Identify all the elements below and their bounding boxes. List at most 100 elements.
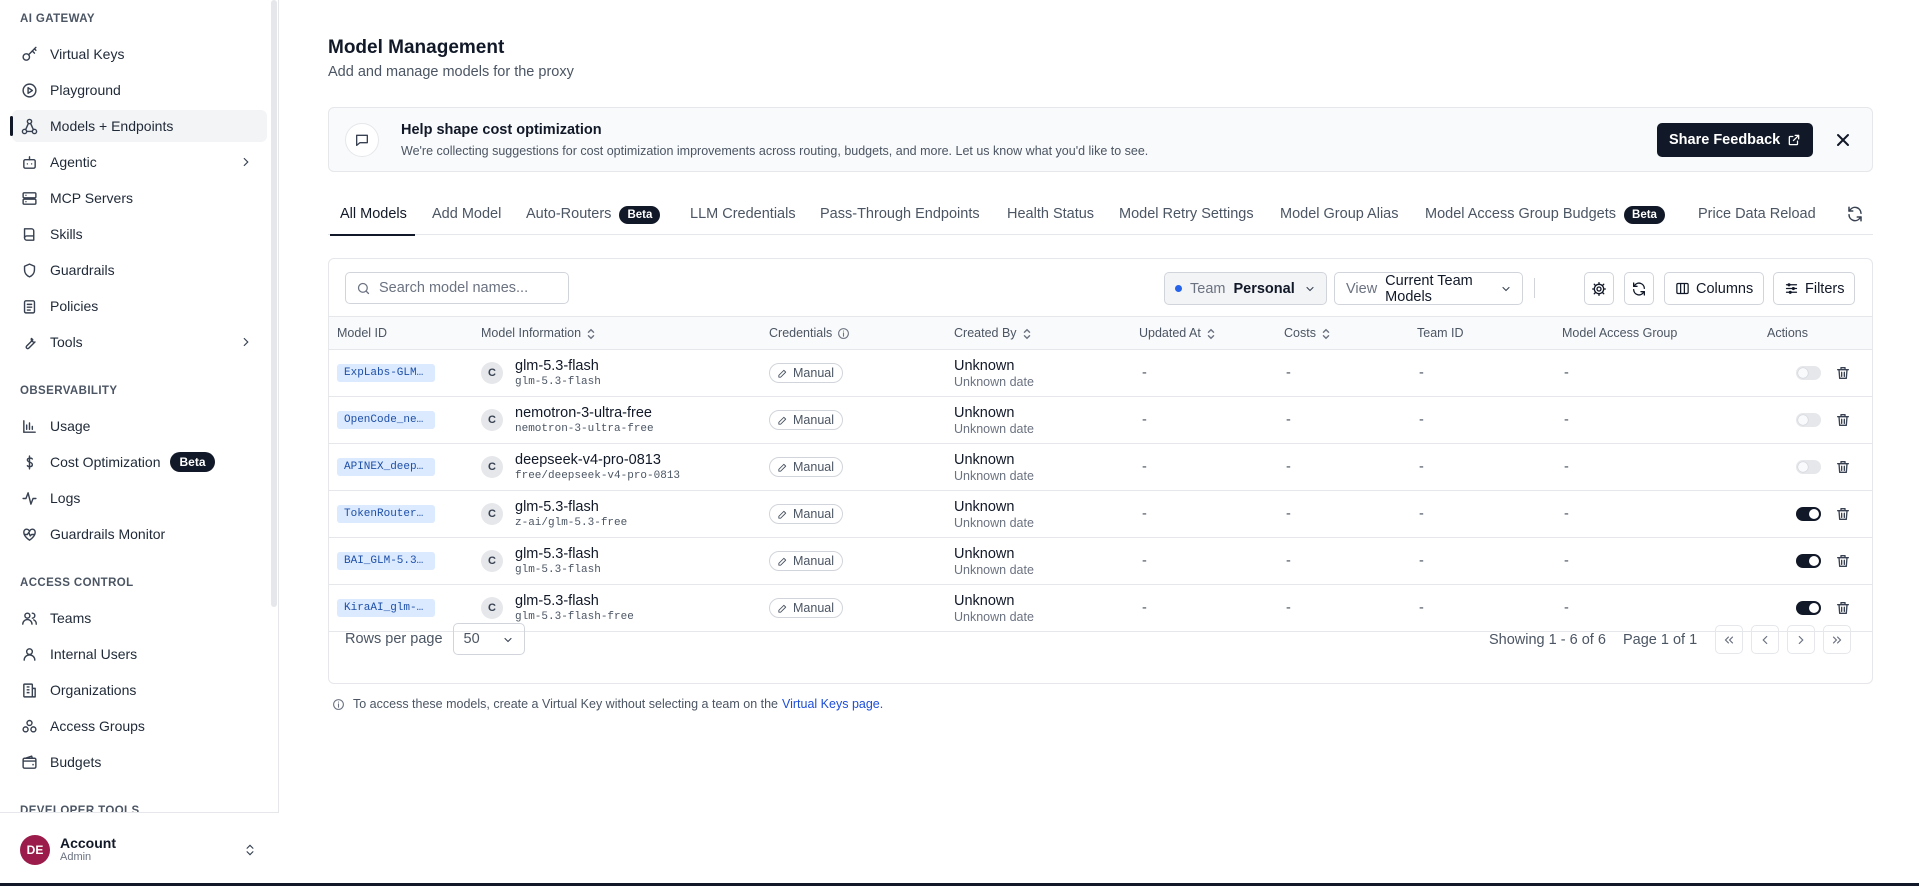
sidebar-item-policies[interactable]: Policies bbox=[12, 290, 267, 322]
column-header-costs[interactable]: Costs bbox=[1284, 317, 1331, 350]
rows-per-page: Rows per page 50 bbox=[345, 623, 525, 655]
model-enabled-toggle[interactable] bbox=[1796, 366, 1821, 380]
team-select[interactable]: Team Personal bbox=[1164, 272, 1327, 305]
trash-icon[interactable] bbox=[1835, 600, 1851, 616]
account-menu[interactable]: DE Account Admin bbox=[0, 812, 279, 886]
trash-icon[interactable] bbox=[1835, 365, 1851, 381]
last-page-button[interactable] bbox=[1823, 625, 1851, 654]
model-enabled-toggle[interactable] bbox=[1796, 601, 1821, 615]
table-row[interactable]: OpenCode_ne… Cnemotron-3-ultra-free nemotr… bbox=[329, 397, 1872, 444]
credentials-badge: Manual bbox=[769, 363, 843, 383]
table-row[interactable]: BAI_GLM-5.3… Cglm-5.3-flash glm-5.3-flash M… bbox=[329, 538, 1872, 585]
team-status-dot bbox=[1175, 285, 1182, 292]
search-input[interactable] bbox=[379, 280, 559, 296]
model-enabled-toggle[interactable] bbox=[1796, 507, 1821, 521]
sidebar-item-organizations[interactable]: Organizations bbox=[12, 674, 267, 706]
sidebar-item-usage[interactable]: Usage bbox=[12, 410, 267, 442]
tab-add-model[interactable]: Add Model bbox=[432, 200, 501, 235]
filters-button[interactable]: Filters bbox=[1773, 272, 1856, 305]
rows-per-page-select[interactable]: 50 bbox=[452, 623, 525, 655]
tab-model-retry-settings[interactable]: Model Retry Settings bbox=[1119, 200, 1254, 235]
created-by-cell: Unknown Unknown date bbox=[954, 397, 1034, 443]
sidebar-item-access-groups[interactable]: Access Groups bbox=[12, 710, 267, 742]
column-header-model-information[interactable]: Model Information bbox=[481, 317, 596, 350]
sidebar-item-label: Playground bbox=[50, 82, 121, 98]
sidebar-item-tools[interactable]: Tools bbox=[12, 326, 267, 358]
credentials-cell: Manual bbox=[769, 350, 843, 396]
sidebar-item-guardrails[interactable]: Guardrails bbox=[12, 254, 267, 286]
credentials-cell: Manual bbox=[769, 444, 843, 490]
model-enabled-toggle[interactable] bbox=[1796, 554, 1821, 568]
table-row[interactable]: APINEX_deep… Cdeepseek-v4-pro-0813 free/de… bbox=[329, 444, 1872, 491]
info-icon[interactable] bbox=[837, 327, 850, 340]
model-id-chip[interactable]: BAI_GLM-5.3… bbox=[337, 552, 435, 570]
sidebar-item-logs[interactable]: Logs bbox=[12, 482, 267, 514]
sidebar-item-models-endpoints[interactable]: Models + Endpoints bbox=[10, 110, 267, 142]
tab-all-models[interactable]: All Models bbox=[330, 200, 415, 236]
table-row[interactable]: ExpLabs-GLM… Cglm-5.3-flash glm-5.3-flash M… bbox=[329, 350, 1872, 397]
sidebar-item-virtual-keys[interactable]: Virtual Keys bbox=[12, 38, 267, 70]
share-feedback-button[interactable]: Share Feedback bbox=[1657, 123, 1814, 157]
tab-pass-through-endpoints[interactable]: Pass-Through Endpoints bbox=[820, 200, 980, 235]
refresh-button[interactable] bbox=[1624, 272, 1654, 305]
account-name: Account bbox=[60, 835, 116, 851]
account-role: Admin bbox=[60, 851, 92, 863]
model-id-chip[interactable]: OpenCode_ne… bbox=[337, 411, 435, 429]
actions-cell bbox=[1796, 538, 1851, 584]
bot-icon bbox=[20, 153, 38, 171]
tab-model-group-alias[interactable]: Model Group Alias bbox=[1280, 200, 1398, 235]
sidebar-item-skills[interactable]: Skills bbox=[12, 218, 267, 250]
provider-logo-icon: C bbox=[481, 503, 503, 525]
model-enabled-toggle[interactable] bbox=[1796, 413, 1821, 427]
search-box[interactable] bbox=[345, 272, 569, 304]
sidebar-item-teams[interactable]: Teams bbox=[12, 602, 267, 634]
tab-model-access-group-budgets[interactable]: Model Access Group Budgets Beta bbox=[1425, 200, 1665, 235]
tab-price-data-reload[interactable]: Price Data Reload bbox=[1698, 200, 1816, 235]
sidebar-item-label: Access Groups bbox=[50, 718, 145, 734]
updated-at-cell: - bbox=[1142, 365, 1147, 381]
sidebar-item-budgets[interactable]: Budgets bbox=[12, 746, 267, 778]
settings-button[interactable] bbox=[1584, 272, 1614, 305]
first-page-button[interactable] bbox=[1715, 625, 1743, 654]
column-header-created-by[interactable]: Created By bbox=[954, 317, 1032, 350]
model-info-cell: Cglm-5.3-flash glm-5.3-flash bbox=[481, 350, 601, 396]
model-id-chip[interactable]: TokenRouter… bbox=[337, 505, 435, 523]
access-group-cell: - bbox=[1564, 459, 1569, 475]
trash-icon[interactable] bbox=[1835, 506, 1851, 522]
previous-page-button[interactable] bbox=[1751, 625, 1779, 654]
tab-llm-credentials[interactable]: LLM Credentials bbox=[690, 200, 796, 235]
model-id-chip[interactable]: ExpLabs-GLM… bbox=[337, 364, 435, 382]
model-enabled-toggle[interactable] bbox=[1796, 460, 1821, 474]
sidebar-item-internal-users[interactable]: Internal Users bbox=[12, 638, 267, 670]
virtual-keys-page-link[interactable]: Virtual Keys page. bbox=[782, 697, 883, 711]
close-icon[interactable] bbox=[1833, 130, 1853, 150]
view-select[interactable]: View Current Team Models bbox=[1334, 272, 1523, 305]
sidebar-item-label: MCP Servers bbox=[50, 190, 133, 206]
sidebar-item-guardrails-monitor[interactable]: Guardrails Monitor bbox=[12, 518, 267, 550]
model-info-cell: Cdeepseek-v4-pro-0813 free/deepseek-v4-pr… bbox=[481, 444, 680, 490]
sidebar-item-agentic[interactable]: Agentic bbox=[12, 146, 267, 178]
columns-button[interactable]: Columns bbox=[1664, 272, 1765, 305]
external-link-icon bbox=[1788, 134, 1800, 146]
table-row[interactable]: TokenRouter… Cglm-5.3-flash z-ai/glm-5.3-f… bbox=[329, 491, 1872, 538]
refresh-icon[interactable] bbox=[1846, 205, 1864, 223]
sidebar-scrollbar[interactable] bbox=[271, 0, 277, 607]
actions-cell bbox=[1796, 444, 1851, 490]
sidebar-item-cost-optimization[interactable]: Cost Optimization Beta bbox=[12, 446, 267, 478]
rows-per-page-label: Rows per page bbox=[345, 631, 443, 647]
tab-health-status[interactable]: Health Status bbox=[1007, 200, 1094, 235]
column-header-updated-at[interactable]: Updated At bbox=[1139, 317, 1216, 350]
next-page-button[interactable] bbox=[1787, 625, 1815, 654]
sidebar-item-mcp-servers[interactable]: MCP Servers bbox=[12, 182, 267, 214]
section-title-developer-tools: DEVELOPER TOOLS bbox=[20, 805, 140, 812]
model-id-chip[interactable]: KiraAI_glm-… bbox=[337, 599, 435, 617]
model-id-chip[interactable]: APINEX_deep… bbox=[337, 458, 435, 476]
table-row[interactable]: KiraAI_glm-… Cglm-5.3-flash glm-5.3-flash-… bbox=[329, 585, 1872, 632]
sidebar-item-playground[interactable]: Playground bbox=[12, 74, 267, 106]
trash-icon[interactable] bbox=[1835, 459, 1851, 475]
trash-icon[interactable] bbox=[1835, 412, 1851, 428]
trash-icon[interactable] bbox=[1835, 553, 1851, 569]
sort-icon bbox=[1207, 328, 1215, 339]
tab-auto-routers[interactable]: Auto-Routers Beta bbox=[526, 200, 661, 235]
sidebar-item-label: Cost Optimization bbox=[50, 454, 161, 470]
